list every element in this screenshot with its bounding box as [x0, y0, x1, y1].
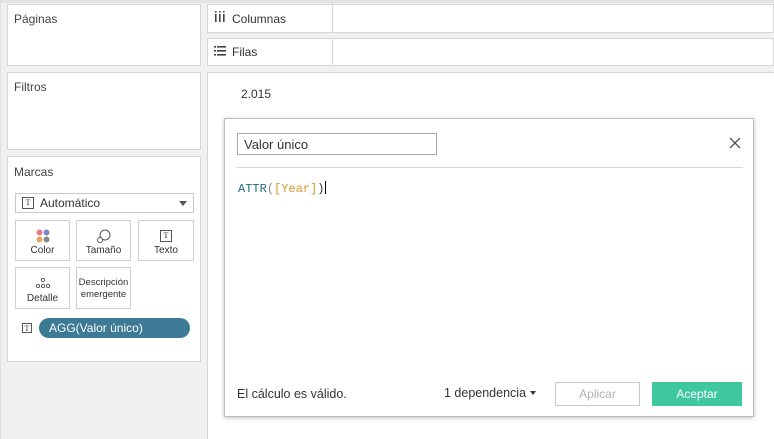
formula-editor[interactable]: ATTR([Year]) — [238, 181, 743, 351]
calculation-name-input[interactable] — [237, 133, 437, 155]
pages-card[interactable]: Páginas — [7, 4, 201, 66]
tooltip-button[interactable]: Descripción emergente — [76, 267, 131, 309]
columns-shelf-label: Columnas — [208, 5, 333, 32]
ok-label: Aceptar — [676, 387, 718, 401]
text-icon-wrap: T — [139, 228, 193, 244]
mark-type-dropdown[interactable]: T Automático — [15, 193, 194, 213]
dialog-divider — [237, 167, 743, 168]
calculation-dialog: ATTR([Year]) El cálculo es válido. 1 dep… — [224, 118, 754, 417]
filters-card[interactable]: Filtros — [7, 72, 201, 150]
detail-icon — [16, 275, 69, 291]
formula-field: [Year] — [274, 182, 318, 196]
dependencies-label: 1 dependencia — [444, 386, 527, 400]
apply-label: Aplicar — [579, 387, 616, 401]
color-icon — [16, 228, 69, 244]
tooltip-label-line1: Descripción — [78, 277, 129, 288]
text-icon: T — [160, 230, 172, 242]
chevron-down-icon — [530, 391, 537, 395]
validation-status: El cálculo es válido. — [237, 387, 347, 401]
pill-label: AGG(Valor único) — [49, 321, 143, 335]
view-value: 2.015 — [241, 87, 272, 101]
text-encoding-icon: T — [22, 323, 32, 333]
text-button[interactable]: T Texto — [138, 220, 194, 261]
marks-card: Marcas T Automático Color Tamaño T Texto… — [7, 156, 201, 362]
rows-shelf-label: Filas — [208, 39, 333, 65]
columns-label: Columnas — [232, 11, 287, 26]
color-label: Color — [30, 245, 55, 256]
left-edge — [0, 0, 1, 439]
formula-open-paren: ( — [266, 182, 275, 196]
marks-title: Marcas — [14, 165, 54, 179]
top-strip — [0, 0, 774, 3]
dependencies-dropdown[interactable]: 1 dependencia — [444, 386, 537, 400]
calculation-pill[interactable]: AGG(Valor único) — [39, 318, 190, 338]
detail-button[interactable]: Detalle — [15, 267, 70, 309]
text-label: Texto — [154, 245, 178, 256]
close-icon[interactable] — [729, 137, 741, 152]
mark-type-label: Automático — [40, 196, 101, 210]
tooltip-label-line2: emergente — [80, 289, 127, 300]
size-icon — [77, 228, 130, 244]
size-button[interactable]: Tamaño — [76, 220, 131, 261]
text-cursor — [325, 181, 327, 194]
detail-label: Detalle — [26, 293, 59, 304]
formula-close-paren: ) — [317, 182, 325, 196]
pages-title: Páginas — [14, 12, 58, 26]
text-mark-icon: T — [22, 197, 34, 209]
rows-shelf[interactable]: Filas — [207, 38, 774, 66]
rows-drop-area[interactable] — [333, 39, 773, 65]
filters-title: Filtros — [14, 80, 47, 94]
columns-drop-area[interactable] — [333, 5, 773, 32]
ok-button[interactable]: Aceptar — [652, 382, 742, 406]
size-label: Tamaño — [85, 245, 122, 256]
columns-icon — [214, 11, 226, 26]
rows-label: Filas — [232, 45, 258, 59]
color-button[interactable]: Color — [15, 220, 70, 261]
chevron-down-icon — [179, 201, 187, 206]
rows-icon — [214, 45, 226, 60]
apply-button[interactable]: Aplicar — [555, 382, 640, 406]
formula-function: ATTR — [238, 182, 267, 196]
columns-shelf[interactable]: Columnas — [207, 4, 774, 33]
